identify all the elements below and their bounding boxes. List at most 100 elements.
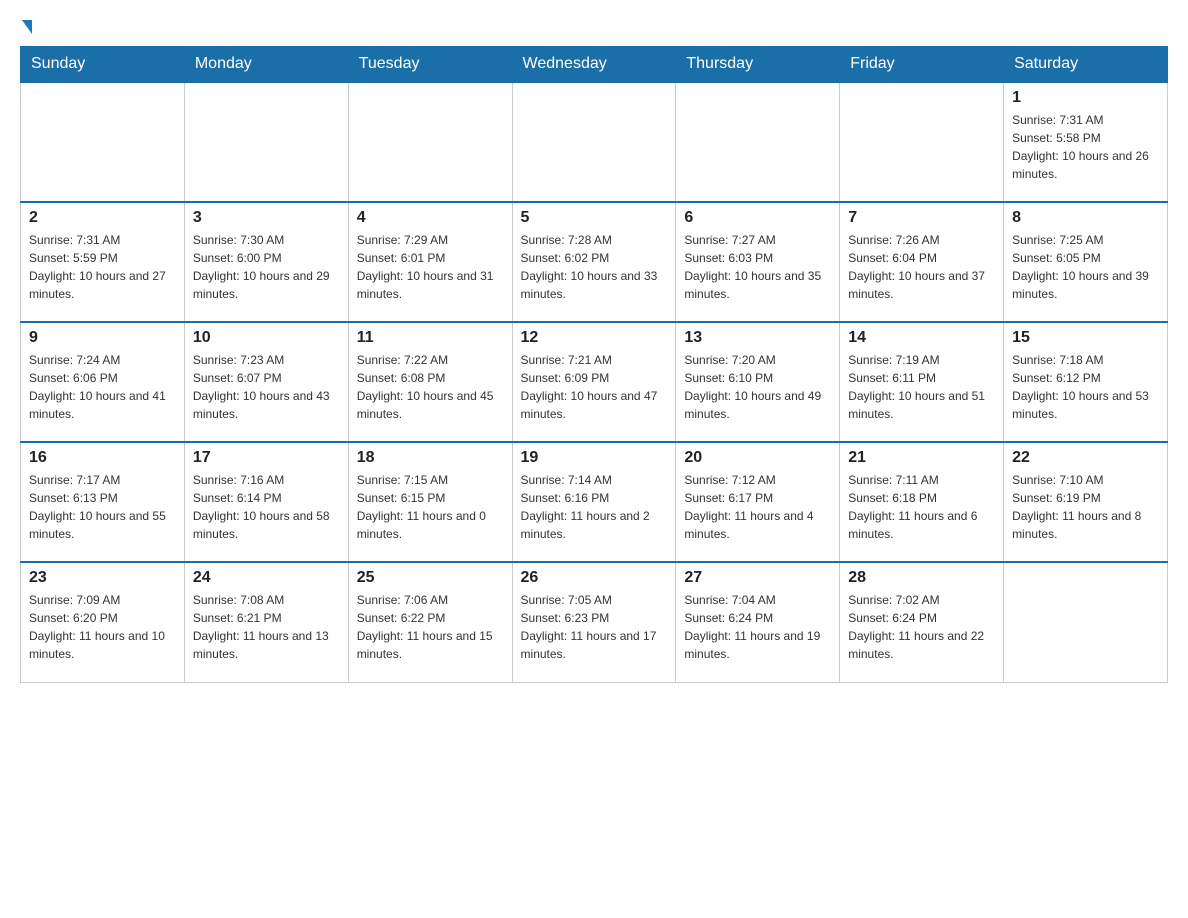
calendar-cell <box>184 82 348 202</box>
day-info: Sunrise: 7:14 AMSunset: 6:16 PMDaylight:… <box>521 471 668 543</box>
day-info: Sunrise: 7:31 AMSunset: 5:58 PMDaylight:… <box>1012 111 1159 183</box>
day-info: Sunrise: 7:24 AMSunset: 6:06 PMDaylight:… <box>29 351 176 423</box>
weekday-header-friday: Friday <box>840 47 1004 83</box>
week-row-1: 1 Sunrise: 7:31 AMSunset: 5:58 PMDaylight… <box>21 82 1168 202</box>
day-info: Sunrise: 7:28 AMSunset: 6:02 PMDaylight:… <box>521 231 668 303</box>
calendar-cell: 26 Sunrise: 7:05 AMSunset: 6:23 PMDayligh… <box>512 562 676 682</box>
weekday-header-saturday: Saturday <box>1004 47 1168 83</box>
calendar-cell: 24 Sunrise: 7:08 AMSunset: 6:21 PMDayligh… <box>184 562 348 682</box>
calendar-table: SundayMondayTuesdayWednesdayThursdayFrid… <box>20 46 1168 683</box>
day-number: 9 <box>29 329 176 347</box>
day-number: 19 <box>521 449 668 467</box>
day-info: Sunrise: 7:31 AMSunset: 5:59 PMDaylight:… <box>29 231 176 303</box>
day-info: Sunrise: 7:17 AMSunset: 6:13 PMDaylight:… <box>29 471 176 543</box>
page-header <box>20 20 1168 36</box>
day-info: Sunrise: 7:30 AMSunset: 6:00 PMDaylight:… <box>193 231 340 303</box>
calendar-cell: 5 Sunrise: 7:28 AMSunset: 6:02 PMDaylight… <box>512 202 676 322</box>
day-info: Sunrise: 7:22 AMSunset: 6:08 PMDaylight:… <box>357 351 504 423</box>
calendar-cell <box>348 82 512 202</box>
day-info: Sunrise: 7:06 AMSunset: 6:22 PMDaylight:… <box>357 591 504 663</box>
calendar-cell: 21Sunrise: 7:11 AMSunset: 6:18 PMDayligh… <box>840 442 1004 562</box>
calendar-cell: 6 Sunrise: 7:27 AMSunset: 6:03 PMDaylight… <box>676 202 840 322</box>
calendar-cell: 19 Sunrise: 7:14 AMSunset: 6:16 PMDayligh… <box>512 442 676 562</box>
calendar-cell: 20Sunrise: 7:12 AMSunset: 6:17 PMDayligh… <box>676 442 840 562</box>
calendar-cell: 3 Sunrise: 7:30 AMSunset: 6:00 PMDaylight… <box>184 202 348 322</box>
day-number: 26 <box>521 569 668 587</box>
weekday-header-tuesday: Tuesday <box>348 47 512 83</box>
calendar-cell: 14 Sunrise: 7:19 AMSunset: 6:11 PMDayligh… <box>840 322 1004 442</box>
calendar-cell: 8 Sunrise: 7:25 AMSunset: 6:05 PMDaylight… <box>1004 202 1168 322</box>
day-info: Sunrise: 7:09 AMSunset: 6:20 PMDaylight:… <box>29 591 176 663</box>
day-number: 6 <box>684 209 831 227</box>
day-number: 13 <box>684 329 831 347</box>
weekday-header-sunday: Sunday <box>21 47 185 83</box>
weekday-header-thursday: Thursday <box>676 47 840 83</box>
calendar-cell <box>21 82 185 202</box>
calendar-cell: 28 Sunrise: 7:02 AMSunset: 6:24 PMDayligh… <box>840 562 1004 682</box>
day-number: 3 <box>193 209 340 227</box>
day-number: 14 <box>848 329 995 347</box>
day-info: Sunrise: 7:02 AMSunset: 6:24 PMDaylight:… <box>848 591 995 663</box>
day-info: Sunrise: 7:27 AMSunset: 6:03 PMDaylight:… <box>684 231 831 303</box>
day-number: 10 <box>193 329 340 347</box>
calendar-cell: 1 Sunrise: 7:31 AMSunset: 5:58 PMDaylight… <box>1004 82 1168 202</box>
day-number: 2 <box>29 209 176 227</box>
calendar-cell: 7 Sunrise: 7:26 AMSunset: 6:04 PMDaylight… <box>840 202 1004 322</box>
calendar-cell <box>512 82 676 202</box>
calendar-cell: 27 Sunrise: 7:04 AMSunset: 6:24 PMDayligh… <box>676 562 840 682</box>
calendar-cell: 2 Sunrise: 7:31 AMSunset: 5:59 PMDaylight… <box>21 202 185 322</box>
day-number: 18 <box>357 449 504 467</box>
day-number: 8 <box>1012 209 1159 227</box>
calendar-cell: 18Sunrise: 7:15 AMSunset: 6:15 PMDayligh… <box>348 442 512 562</box>
day-number: 11 <box>357 329 504 347</box>
day-number: 28 <box>848 569 995 587</box>
day-number: 16 <box>29 449 176 467</box>
day-info: Sunrise: 7:21 AMSunset: 6:09 PMDaylight:… <box>521 351 668 423</box>
calendar-cell: 10 Sunrise: 7:23 AMSunset: 6:07 PMDayligh… <box>184 322 348 442</box>
day-number: 7 <box>848 209 995 227</box>
day-number: 15 <box>1012 329 1159 347</box>
day-info: Sunrise: 7:18 AMSunset: 6:12 PMDaylight:… <box>1012 351 1159 423</box>
day-info: Sunrise: 7:19 AMSunset: 6:11 PMDaylight:… <box>848 351 995 423</box>
day-number: 1 <box>1012 89 1159 107</box>
day-number: 5 <box>521 209 668 227</box>
day-info: Sunrise: 7:05 AMSunset: 6:23 PMDaylight:… <box>521 591 668 663</box>
day-info: Sunrise: 7:16 AMSunset: 6:14 PMDaylight:… <box>193 471 340 543</box>
day-info: Sunrise: 7:12 AMSunset: 6:17 PMDaylight:… <box>684 471 831 543</box>
day-number: 12 <box>521 329 668 347</box>
calendar-cell <box>676 82 840 202</box>
week-row-4: 16 Sunrise: 7:17 AMSunset: 6:13 PMDayligh… <box>21 442 1168 562</box>
week-row-5: 23 Sunrise: 7:09 AMSunset: 6:20 PMDayligh… <box>21 562 1168 682</box>
logo-arrow-icon <box>22 20 32 34</box>
week-row-3: 9 Sunrise: 7:24 AMSunset: 6:06 PMDaylight… <box>21 322 1168 442</box>
day-info: Sunrise: 7:29 AMSunset: 6:01 PMDaylight:… <box>357 231 504 303</box>
week-row-2: 2 Sunrise: 7:31 AMSunset: 5:59 PMDaylight… <box>21 202 1168 322</box>
calendar-header-row: SundayMondayTuesdayWednesdayThursdayFrid… <box>21 47 1168 83</box>
day-number: 27 <box>684 569 831 587</box>
calendar-cell: 4 Sunrise: 7:29 AMSunset: 6:01 PMDaylight… <box>348 202 512 322</box>
calendar-cell: 15 Sunrise: 7:18 AMSunset: 6:12 PMDayligh… <box>1004 322 1168 442</box>
calendar-cell: 16 Sunrise: 7:17 AMSunset: 6:13 PMDayligh… <box>21 442 185 562</box>
calendar-cell: 13Sunrise: 7:20 AMSunset: 6:10 PMDayligh… <box>676 322 840 442</box>
day-number: 21 <box>848 449 995 467</box>
calendar-cell: 9 Sunrise: 7:24 AMSunset: 6:06 PMDaylight… <box>21 322 185 442</box>
calendar-cell: 25 Sunrise: 7:06 AMSunset: 6:22 PMDayligh… <box>348 562 512 682</box>
day-number: 24 <box>193 569 340 587</box>
day-number: 25 <box>357 569 504 587</box>
calendar-cell: 12 Sunrise: 7:21 AMSunset: 6:09 PMDayligh… <box>512 322 676 442</box>
day-number: 22 <box>1012 449 1159 467</box>
day-number: 23 <box>29 569 176 587</box>
day-number: 17 <box>193 449 340 467</box>
weekday-header-wednesday: Wednesday <box>512 47 676 83</box>
day-number: 4 <box>357 209 504 227</box>
logo <box>20 20 32 36</box>
calendar-cell <box>840 82 1004 202</box>
day-info: Sunrise: 7:23 AMSunset: 6:07 PMDaylight:… <box>193 351 340 423</box>
day-info: Sunrise: 7:04 AMSunset: 6:24 PMDaylight:… <box>684 591 831 663</box>
day-info: Sunrise: 7:08 AMSunset: 6:21 PMDaylight:… <box>193 591 340 663</box>
day-info: Sunrise: 7:10 AMSunset: 6:19 PMDaylight:… <box>1012 471 1159 543</box>
day-info: Sunrise: 7:26 AMSunset: 6:04 PMDaylight:… <box>848 231 995 303</box>
calendar-cell: 23 Sunrise: 7:09 AMSunset: 6:20 PMDayligh… <box>21 562 185 682</box>
day-info: Sunrise: 7:25 AMSunset: 6:05 PMDaylight:… <box>1012 231 1159 303</box>
weekday-header-monday: Monday <box>184 47 348 83</box>
